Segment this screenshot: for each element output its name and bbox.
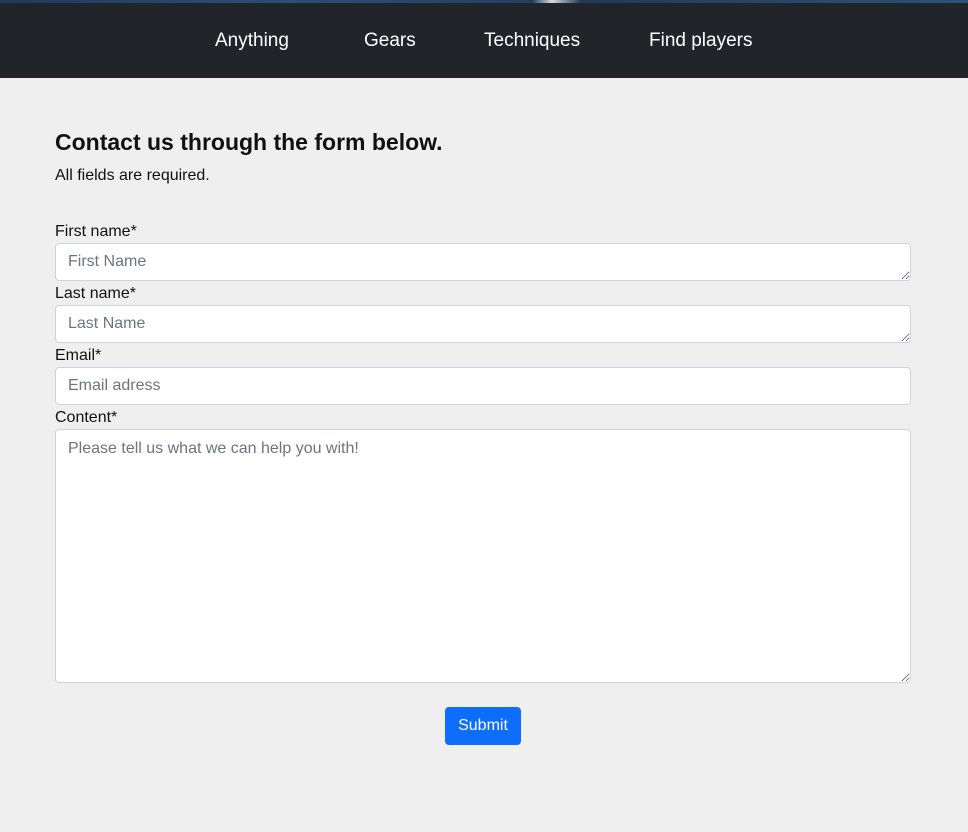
nav-link-find-players[interactable]: Find players: [649, 29, 753, 53]
nav-link-techniques[interactable]: Techniques: [484, 29, 580, 53]
first-name-label: First name*: [55, 223, 137, 240]
nav-link-gears[interactable]: Gears: [364, 29, 416, 53]
last-name-label: Last name*: [55, 285, 136, 302]
email-label: Email*: [55, 347, 102, 364]
submit-button[interactable]: Submit: [445, 707, 521, 745]
nav-link-anything[interactable]: Anything: [215, 29, 289, 53]
page-title: Contact us through the form below.: [55, 129, 443, 155]
content-label: Content*: [55, 409, 118, 426]
top-navbar: Anything Gears Techniques Find players: [0, 3, 968, 78]
email-field[interactable]: [55, 367, 911, 405]
last-name-field[interactable]: [55, 305, 911, 343]
content-textarea[interactable]: [55, 429, 911, 683]
first-name-field[interactable]: [55, 243, 911, 281]
required-note: All fields are required.: [55, 167, 210, 184]
